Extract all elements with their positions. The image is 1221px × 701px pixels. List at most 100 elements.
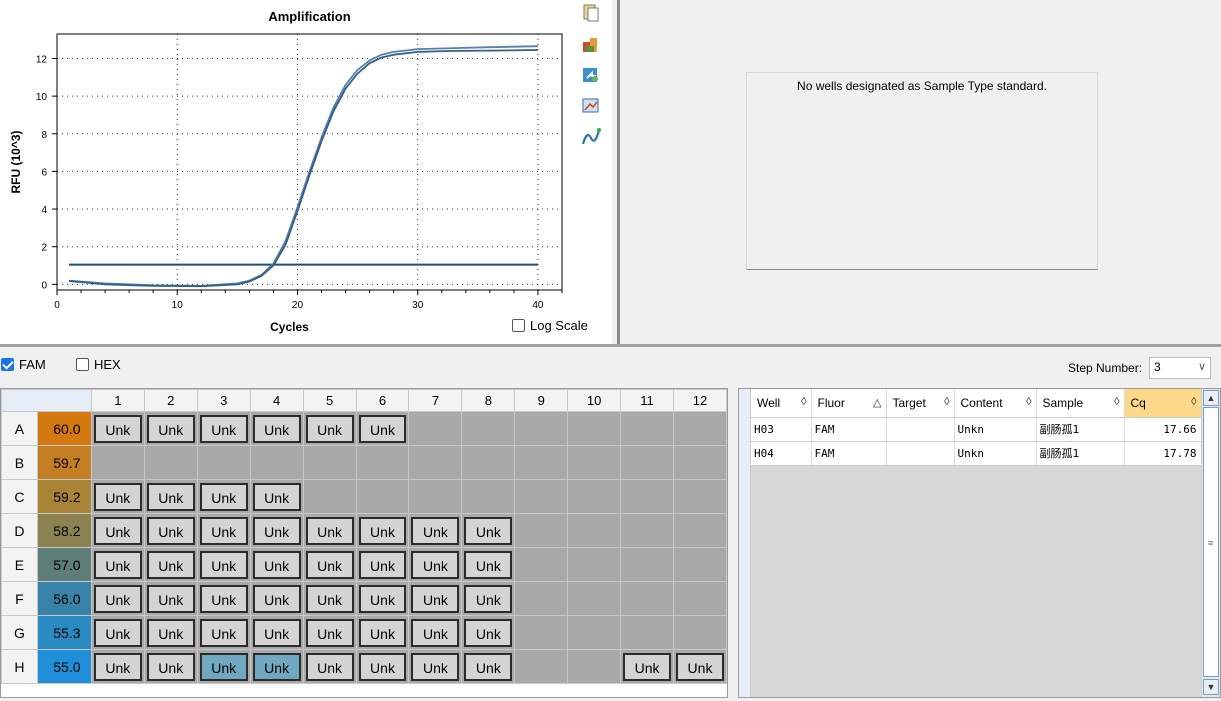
well-content-label[interactable]: Unk (358, 618, 407, 647)
well-content-label[interactable]: Unk (93, 584, 142, 613)
well-content-label[interactable]: Unk (252, 550, 301, 579)
well-content-label[interactable]: Unk (411, 550, 460, 579)
well-content-label[interactable]: Unk (93, 652, 142, 681)
well-content-label[interactable]: Unk (305, 652, 354, 681)
well-content-label[interactable]: Unk (623, 652, 671, 681)
plate-column-header[interactable]: 6 (355, 389, 410, 412)
plate-well[interactable]: Unk (90, 649, 145, 684)
well-content-label[interactable]: Unk (252, 584, 301, 613)
plate-column-header[interactable]: 7 (408, 389, 463, 412)
plate-column-header[interactable]: 3 (196, 389, 251, 412)
plate-well[interactable]: Unk (408, 615, 463, 650)
well-content-label[interactable]: Unk (146, 482, 195, 511)
plate-column-header[interactable]: 1 (90, 389, 145, 412)
plate-well[interactable]: Unk (355, 615, 410, 650)
empty-well[interactable] (673, 445, 727, 480)
column-header-sample[interactable]: Sample ◊ (1036, 389, 1125, 418)
well-content-label[interactable]: Unk (411, 516, 460, 545)
well-content-label[interactable]: Unk (93, 414, 142, 443)
plate-corner[interactable] (1, 389, 92, 412)
plate-well[interactable]: Unk (249, 547, 304, 582)
plate-well[interactable]: Unk (302, 649, 357, 684)
well-content-label[interactable]: Unk (358, 516, 407, 545)
export-icon[interactable] (580, 33, 602, 55)
column-header-well[interactable]: Well ◊ (751, 389, 812, 418)
plate-column-header[interactable]: 10 (567, 389, 622, 412)
well-content-label[interactable]: Unk (676, 652, 724, 681)
well-content-label[interactable]: Unk (464, 550, 513, 579)
plate-well[interactable]: Unk (408, 547, 463, 582)
plate-column-header[interactable]: 5 (302, 389, 357, 412)
well-content-label[interactable]: Unk (358, 414, 407, 443)
empty-well[interactable] (408, 411, 463, 446)
plate-well[interactable]: Unk (302, 513, 357, 548)
empty-well[interactable] (355, 479, 410, 514)
well-content-label[interactable]: Unk (252, 652, 301, 681)
plate-well[interactable]: Unk (249, 649, 304, 684)
empty-well[interactable] (355, 445, 410, 480)
amplification-chart[interactable]: Amplification 0 10 20 30 40 0 2 4 6 8 10 12 Cycles RFU… (0, 0, 612, 344)
empty-well[interactable] (567, 479, 622, 514)
plate-well[interactable]: Unk (196, 581, 251, 616)
plate-well[interactable]: Unk (90, 513, 145, 548)
column-header-target[interactable]: Target ◊ (886, 389, 955, 418)
sort-icon[interactable]: △ (873, 396, 881, 409)
empty-well[interactable] (461, 411, 516, 446)
plate-well[interactable]: Unk (196, 615, 251, 650)
well-content-label[interactable]: Unk (464, 618, 513, 647)
empty-well[interactable] (302, 445, 357, 480)
well-content-label[interactable]: Unk (93, 550, 142, 579)
plate-well[interactable]: Unk (143, 547, 198, 582)
plate-well[interactable]: Unk (90, 479, 145, 514)
plate-column-header[interactable]: 11 (620, 389, 674, 412)
log-scale-toggle[interactable]: Log Scale (512, 318, 588, 333)
refresh-icon[interactable] (580, 64, 602, 86)
plate-well[interactable]: Unk (408, 649, 463, 684)
plate-well[interactable]: Unk (461, 581, 516, 616)
table-row[interactable]: H03 FAM Unkn 副肠孤1 17.66 (751, 417, 1202, 442)
empty-well[interactable] (673, 615, 727, 650)
empty-well[interactable] (620, 411, 674, 446)
well-content-label[interactable]: Unk (411, 652, 460, 681)
plate-row-header[interactable]: A (1, 411, 38, 446)
well-content-label[interactable]: Unk (199, 584, 248, 613)
empty-well[interactable] (673, 547, 727, 582)
plate-column-header[interactable]: 8 (461, 389, 516, 412)
well-content-label[interactable]: Unk (199, 414, 248, 443)
empty-well[interactable] (143, 445, 198, 480)
empty-well[interactable] (249, 445, 304, 480)
plate-well[interactable]: Unk (143, 615, 198, 650)
plate-well[interactable]: Unk (90, 615, 145, 650)
empty-well[interactable] (514, 649, 569, 684)
plate-row-header[interactable]: B (1, 445, 38, 480)
well-content-label[interactable]: Unk (358, 652, 407, 681)
hex-toggle[interactable]: HEX (76, 357, 121, 372)
fam-checkbox[interactable] (1, 358, 14, 371)
empty-well[interactable] (461, 445, 516, 480)
plate-column-header[interactable]: 9 (514, 389, 569, 412)
empty-well[interactable] (514, 479, 569, 514)
well-content-label[interactable]: Unk (146, 652, 195, 681)
plate-well[interactable]: Unk (461, 513, 516, 548)
empty-well[interactable] (620, 479, 674, 514)
plate-column-header[interactable]: 4 (249, 389, 304, 412)
sort-icon[interactable]: ◊ (1114, 396, 1119, 408)
plate-well[interactable]: Unk (249, 513, 304, 548)
sort-icon[interactable]: ◊ (801, 396, 806, 408)
plate-well[interactable]: Unk (196, 479, 251, 514)
plate-well[interactable]: Unk (90, 411, 145, 446)
plate-well[interactable]: Unk (249, 615, 304, 650)
well-content-label[interactable]: Unk (358, 584, 407, 613)
empty-well[interactable] (673, 411, 727, 446)
well-content-label[interactable]: Unk (411, 618, 460, 647)
curve-icon[interactable] (580, 126, 602, 148)
plate-column-header[interactable]: 12 (673, 389, 727, 412)
plate-well[interactable]: Unk (196, 649, 251, 684)
empty-well[interactable] (514, 513, 569, 548)
empty-well[interactable] (567, 615, 622, 650)
well-content-label[interactable]: Unk (199, 652, 248, 681)
empty-well[interactable] (408, 445, 463, 480)
well-content-label[interactable]: Unk (411, 584, 460, 613)
well-content-label[interactable]: Unk (146, 550, 195, 579)
plate-well[interactable]: Unk (143, 513, 198, 548)
